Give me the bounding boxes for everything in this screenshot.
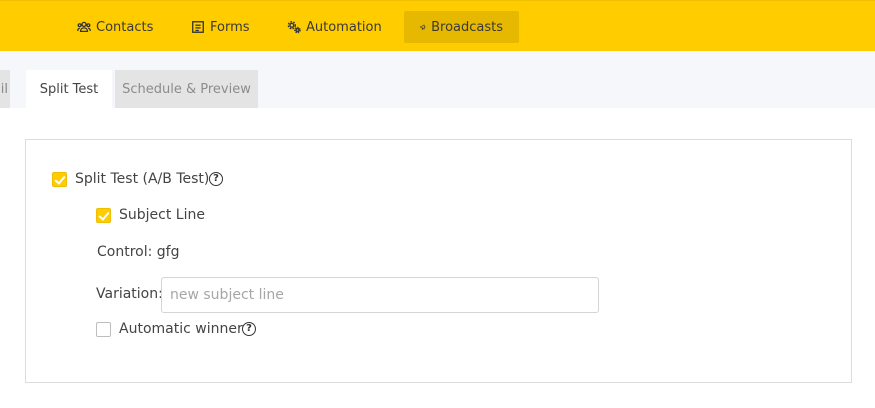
nav-item-label: Automation (306, 19, 382, 35)
variation-label: Variation: (96, 286, 163, 302)
split-test-label: Split Test (A/B Test) (75, 171, 210, 187)
megaphone-icon (420, 24, 426, 30)
nav-item-forms[interactable]: Forms (191, 11, 250, 43)
subject-line-checkbox[interactable] (96, 208, 111, 223)
nav-item-automation[interactable]: Automation (287, 11, 382, 43)
tab-label: il (0, 81, 8, 97)
tab-strip: il Split Test Schedule & Preview (0, 51, 875, 108)
nav-item-broadcasts[interactable]: Broadcasts (404, 11, 519, 43)
top-nav-bar: Contacts Forms Automation Broadcasts (0, 0, 875, 51)
form-icon (192, 21, 204, 33)
gears-icon (287, 21, 301, 34)
tab-label: Split Test (39, 81, 99, 97)
nav-item-label: Broadcasts (431, 19, 503, 35)
automatic-winner-checkbox[interactable] (96, 322, 111, 337)
automatic-winner-label: Automatic winner (119, 321, 243, 337)
help-icon[interactable]: ? (242, 322, 256, 336)
nav-item-label: Forms (210, 19, 250, 35)
tab-label: Schedule & Preview (122, 81, 251, 97)
tab-email[interactable]: il (0, 70, 10, 108)
control-text: Control: gfg (97, 244, 180, 260)
nav-item-contacts[interactable]: Contacts (77, 11, 153, 43)
help-icon[interactable]: ? (209, 172, 223, 186)
tab-split-test[interactable]: Split Test (26, 70, 112, 108)
variation-subject-input[interactable] (161, 277, 599, 313)
split-test-checkbox[interactable] (52, 172, 67, 187)
subject-line-label: Subject Line (119, 207, 205, 223)
tab-schedule-preview[interactable]: Schedule & Preview (115, 70, 258, 108)
users-icon (77, 21, 91, 33)
nav-item-label: Contacts (96, 19, 154, 35)
